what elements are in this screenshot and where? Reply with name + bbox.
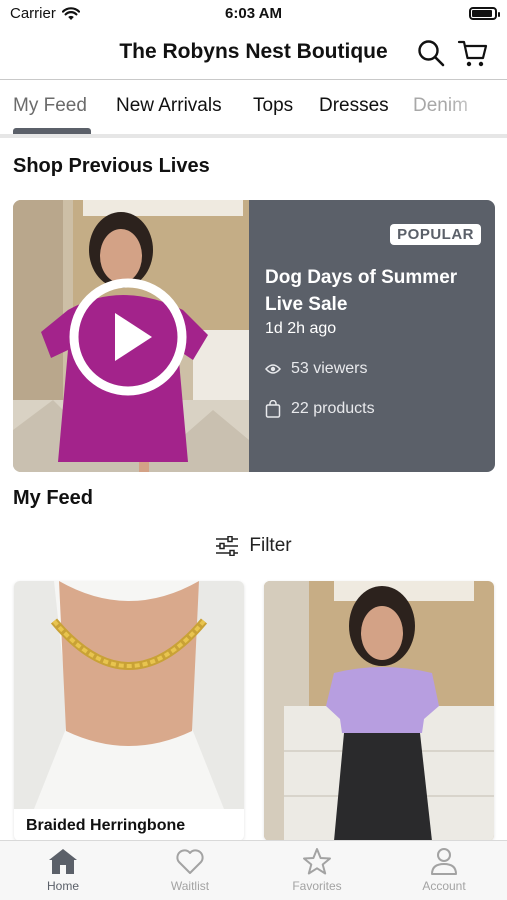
product-image-top bbox=[264, 581, 494, 841]
eye-icon bbox=[265, 364, 281, 374]
status-time: 6:03 AM bbox=[225, 5, 282, 22]
viewer-count: 53 viewers bbox=[265, 360, 367, 378]
heart-icon bbox=[176, 849, 204, 874]
live-replay-thumbnail[interactable] bbox=[13, 200, 249, 472]
previous-lives-title: Shop Previous Lives bbox=[13, 155, 210, 177]
tabbar-home[interactable]: Home bbox=[13, 847, 113, 899]
viewer-count-label: 53 viewers bbox=[291, 360, 368, 377]
tabbar-account[interactable]: Account bbox=[394, 847, 494, 899]
star-icon bbox=[303, 848, 331, 875]
live-replay-info: POPULAR Dog Days of Summer Live Sale 1d … bbox=[249, 200, 495, 472]
filter-button[interactable]: Filter bbox=[0, 535, 507, 557]
product-card[interactable]: Braided Herringbone bbox=[14, 581, 244, 841]
tab-tops[interactable]: Tops bbox=[253, 95, 293, 117]
popular-badge: POPULAR bbox=[390, 224, 481, 245]
play-icon[interactable] bbox=[68, 277, 188, 397]
tabbar-waitlist[interactable]: Waitlist bbox=[140, 847, 240, 899]
product-image-necklace bbox=[14, 581, 244, 809]
tabbar-favorites-label: Favorites bbox=[292, 879, 342, 893]
battery-icon bbox=[469, 7, 500, 20]
active-tab-indicator bbox=[13, 128, 91, 134]
product-count-label: 22 products bbox=[291, 400, 375, 417]
category-tabs: My Feed New Arrivals Tops Dresses Denim bbox=[0, 81, 507, 138]
product-card[interactable] bbox=[264, 581, 494, 841]
tabbar-favorites[interactable]: Favorites bbox=[267, 847, 367, 899]
search-icon[interactable] bbox=[417, 39, 445, 67]
product-name[interactable]: Braided Herringbone bbox=[26, 817, 185, 835]
shopping-bag-icon bbox=[265, 400, 281, 418]
person-icon bbox=[431, 848, 457, 875]
bottom-tab-bar: Home Waitlist Favorites Account bbox=[0, 840, 507, 900]
cart-icon[interactable] bbox=[457, 37, 489, 69]
tabs-fade-overlay bbox=[447, 81, 507, 134]
live-replay-card[interactable]: POPULAR Dog Days of Summer Live Sale 1d … bbox=[13, 200, 495, 472]
tabbar-waitlist-label: Waitlist bbox=[170, 879, 210, 893]
status-bar: Carrier 6:03 AM bbox=[0, 0, 507, 28]
tabbar-home-label: Home bbox=[46, 879, 79, 893]
tab-my-feed[interactable]: My Feed bbox=[13, 95, 87, 117]
filter-label: Filter bbox=[249, 535, 292, 556]
live-replay-time: 1d 2h ago bbox=[265, 320, 337, 337]
tabbar-account-label: Account bbox=[422, 879, 466, 893]
battery-level bbox=[472, 10, 492, 17]
filter-icon bbox=[216, 536, 239, 556]
live-replay-title[interactable]: Dog Days of Summer Live Sale bbox=[265, 264, 485, 318]
tab-dresses[interactable]: Dresses bbox=[319, 95, 389, 117]
app-header: The Robyns Nest Boutique bbox=[0, 28, 507, 80]
product-count: 22 products bbox=[265, 400, 375, 418]
tab-new-arrivals[interactable]: New Arrivals bbox=[116, 95, 222, 117]
my-feed-title: My Feed bbox=[13, 487, 94, 509]
home-icon bbox=[49, 849, 77, 874]
